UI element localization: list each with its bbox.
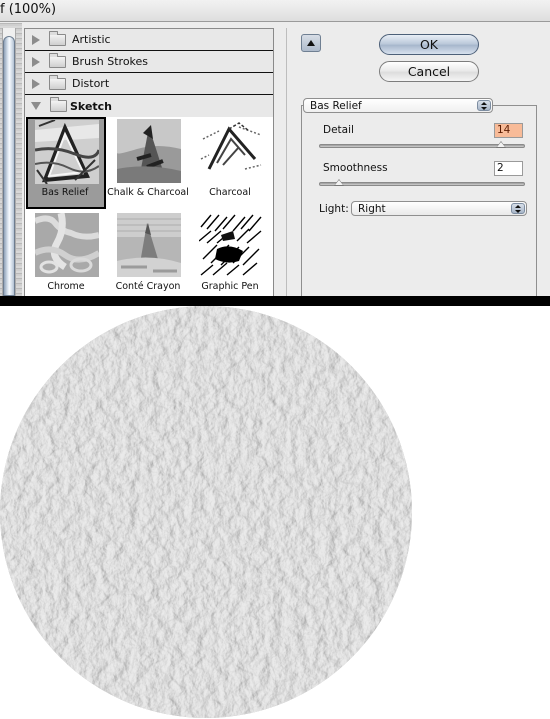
folder-icon — [49, 74, 66, 90]
disclosure-triangle-open-icon[interactable] — [31, 102, 41, 110]
detail-input[interactable]: 14 — [494, 123, 523, 138]
smoothness-slider[interactable] — [319, 179, 525, 186]
ok-button[interactable]: OK — [379, 34, 479, 55]
thumbnail-conte-crayon[interactable]: Conté Crayon — [109, 211, 187, 296]
separator-bar — [0, 296, 550, 306]
settings-panel: OK Cancel Bas Relief Detail 14 Smoothnes… — [286, 28, 550, 296]
collapse-triangle-icon — [307, 40, 315, 46]
conte-crayon-thumbnail-icon — [117, 213, 181, 277]
disclosure-triangle-icon[interactable] — [32, 78, 40, 89]
result-image — [0, 306, 550, 719]
preview-scrollbar-thumb[interactable] — [3, 36, 15, 296]
disclosure-triangle-icon[interactable] — [32, 56, 40, 67]
filter-select-value: Bas Relief — [310, 100, 362, 112]
disclosure-triangle-icon[interactable] — [32, 34, 40, 45]
category-label: Brush Strokes — [72, 55, 149, 68]
bas-relief-textured-circle — [0, 306, 412, 718]
open-folder-icon — [50, 97, 67, 112]
relief-texture — [0, 306, 412, 718]
smoothness-slider-knob[interactable] — [334, 179, 345, 186]
folder-icon — [49, 30, 66, 46]
updown-arrows-icon — [477, 100, 491, 111]
collapse-gallery-button[interactable] — [301, 34, 321, 52]
category-label: Sketch — [70, 99, 113, 113]
category-brush-strokes[interactable]: Brush Strokes — [25, 51, 273, 73]
thumbnail-label: Graphic Pen — [201, 281, 259, 292]
filter-select[interactable]: Bas Relief — [303, 98, 493, 113]
thumbnail-charcoal[interactable]: Charcoal — [191, 117, 269, 207]
updown-arrows-icon — [511, 203, 525, 214]
thumbnail-chalk-charcoal[interactable]: Chalk & Charcoal — [107, 117, 189, 207]
cancel-button[interactable]: Cancel — [379, 61, 479, 82]
filter-gallery-dialog: f (100%) Artistic Brush Strokes Distort … — [0, 0, 550, 296]
detail-slider-knob[interactable] — [495, 141, 506, 148]
window-title: f (100%) — [0, 2, 57, 17]
thumbnail-graphic-pen[interactable]: Graphic Pen — [191, 211, 269, 296]
category-artistic[interactable]: Artistic — [25, 29, 273, 51]
folder-icon — [49, 52, 66, 68]
thumbnail-label: Charcoal — [209, 187, 251, 198]
smoothness-input[interactable]: 2 — [494, 161, 523, 176]
charcoal-thumbnail-icon — [199, 119, 263, 183]
light-select-value: Right — [358, 203, 386, 215]
filter-list-panel: Artistic Brush Strokes Distort Sketch Ba… — [24, 28, 274, 296]
category-label: Artistic — [72, 33, 111, 46]
chalk-charcoal-thumbnail-icon — [117, 119, 181, 183]
detail-slider[interactable] — [319, 141, 525, 148]
thumbnail-bas-relief[interactable]: Bas Relief — [26, 117, 106, 209]
title-bar: f (100%) — [0, 0, 550, 22]
light-label: Light: — [319, 203, 349, 215]
graphic-pen-thumbnail-icon — [199, 213, 263, 277]
chrome-thumbnail-icon — [35, 213, 99, 277]
category-sketch[interactable]: Sketch — [25, 95, 273, 117]
thumbnail-chrome[interactable]: Chrome — [27, 211, 105, 296]
category-label: Distort — [72, 77, 110, 90]
category-distort[interactable]: Distort — [25, 73, 273, 95]
detail-label: Detail — [323, 124, 354, 136]
smoothness-label: Smoothness — [323, 162, 388, 174]
bas-relief-thumbnail-icon — [35, 120, 99, 184]
light-select[interactable]: Right — [351, 201, 527, 216]
